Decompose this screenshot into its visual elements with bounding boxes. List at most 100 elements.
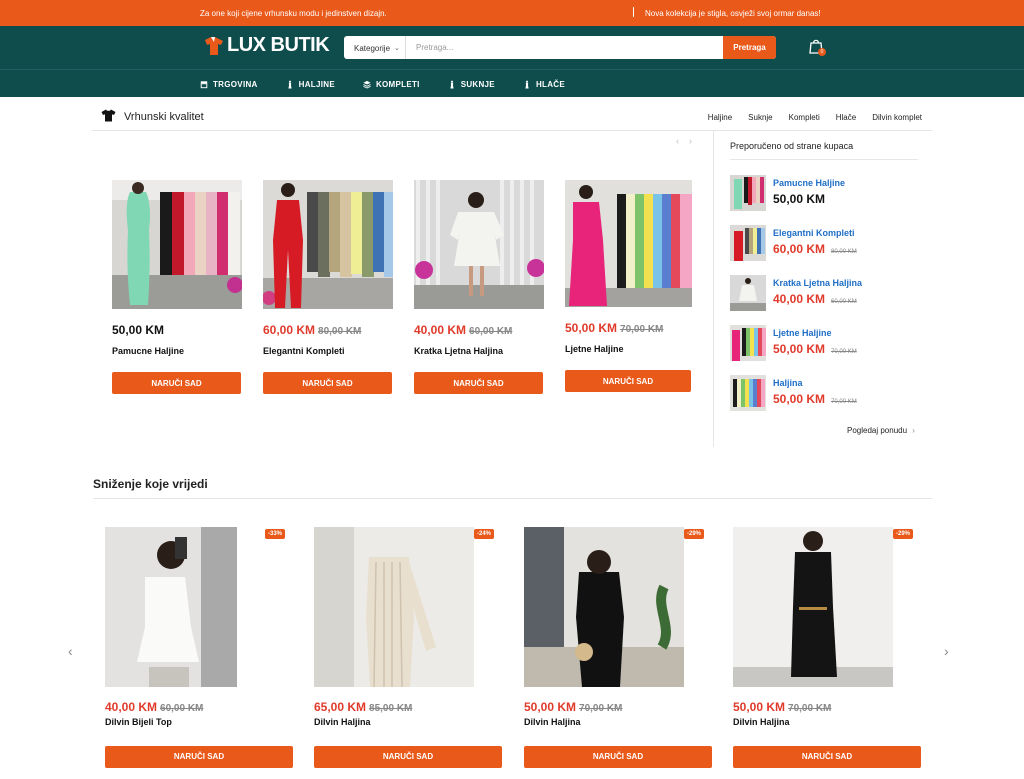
layers-icon [363, 80, 371, 89]
recommended-thumbnail[interactable] [730, 225, 766, 261]
carousel-arrows: ‹› [676, 136, 702, 146]
product-image[interactable] [314, 527, 474, 687]
product-card[interactable]: 50,00 KM 70,00 KM Ljetne Haljine NARUČI S… [565, 180, 695, 392]
recommended-old-price: 70,00 KM [831, 349, 857, 355]
tab-suknje[interactable]: Suknje [748, 113, 772, 122]
old-price: 60,00 KM [469, 326, 513, 337]
search-bar: Kategorije ⌄ Pretraga [344, 36, 776, 59]
product-price: 65,00 KM [314, 700, 367, 714]
nav-item-kompleti[interactable]: KOMPLETI [363, 80, 420, 89]
order-now-button[interactable]: NARUČI SAD [414, 372, 543, 394]
nav-item-haljine[interactable]: HALJINE [286, 80, 335, 89]
product-name[interactable]: Dilvin Haljina [733, 717, 790, 727]
price-row: 65,00 KM 85,00 KM [314, 698, 412, 716]
product-image[interactable] [414, 180, 544, 309]
search-button[interactable]: Pretraga [723, 36, 776, 59]
recommended-price: 40,00 KM [773, 292, 826, 306]
product-image[interactable] [263, 180, 393, 309]
product-name[interactable]: Dilvin Haljina [314, 717, 371, 727]
carousel-prev-button[interactable]: ‹ [68, 643, 73, 659]
view-offer-link[interactable]: Pogledaj ponudu › [847, 426, 915, 435]
chevron-right-icon[interactable]: › [689, 136, 702, 146]
recommended-thumbnail[interactable] [730, 325, 766, 361]
category-select[interactable]: Kategorije ⌄ [344, 36, 406, 59]
recommended-name[interactable]: Kratka Ljetna Haljina [773, 278, 862, 288]
announcement-divider [633, 7, 634, 17]
product-name[interactable]: Ljetne Haljine [565, 344, 695, 354]
product-name[interactable]: Pamucne Haljine [112, 346, 242, 356]
price-row: 40,00 KM 60,00 KM [105, 698, 203, 716]
recommended-name[interactable]: Elegantni Kompleti [773, 228, 855, 238]
price-row: 60,00 KM 80,00 KM [263, 321, 393, 339]
product-price: 40,00 KM [105, 700, 158, 714]
product-image[interactable] [565, 180, 695, 307]
tab-kompleti[interactable]: Kompleti [789, 113, 820, 122]
nav-item-label: HALJINE [298, 79, 335, 89]
product-card[interactable]: 60,00 KM 80,00 KM Elegantni Kompleti NARU… [263, 180, 393, 394]
old-price: 80,00 KM [318, 326, 362, 337]
order-now-button[interactable]: NARUČI SAD [314, 746, 502, 768]
product-image[interactable] [524, 527, 684, 687]
nav-item-label: TRGOVINA [213, 79, 258, 89]
recommended-thumbnail[interactable] [730, 375, 766, 411]
old-price: 70,00 KM [620, 324, 664, 335]
nav-item-suknje[interactable]: SUKNJE [448, 80, 495, 89]
product-price: 50,00 KM [112, 323, 165, 337]
recommended-old-price: 80,00 KM [831, 249, 857, 255]
nav-item-label: HLAČE [535, 79, 566, 89]
chevron-left-icon[interactable]: ‹ [676, 136, 689, 146]
chevron-left-icon: ‹ [68, 643, 73, 659]
product-card[interactable]: 40,00 KM 60,00 KM Kratka Ljetna Haljina N… [414, 180, 544, 394]
divider [93, 498, 932, 499]
sale-section-title: Sniženje koje vrijedi [93, 477, 208, 491]
dress-icon [525, 80, 529, 88]
product-image[interactable] [733, 527, 893, 687]
recommended-item[interactable]: Haljina 50,00 KM 70,00 KM [730, 375, 918, 411]
recommended-name[interactable]: Pamucne Haljine [773, 178, 845, 188]
category-tabs: Haljine Suknje Kompleti Hlače Dilvin kom… [708, 113, 922, 122]
order-now-button[interactable]: NARUČI SAD [565, 370, 691, 392]
product-card[interactable]: 50,00 KM Pamucne Haljine NARUČI SAD [112, 180, 242, 394]
recommended-price: 50,00 KM [773, 392, 826, 406]
price-row: 50,00 KM [112, 321, 242, 339]
chevron-right-icon: › [944, 643, 949, 659]
announcement-right: Nova kolekcija je stigla, osvježi svoj o… [645, 9, 821, 18]
product-name[interactable]: Dilvin Bijeli Top [105, 717, 172, 727]
product-name[interactable]: Elegantni Kompleti [263, 346, 393, 356]
tab-dilvin-komplet[interactable]: Dilvin komplet [872, 113, 922, 122]
recommended-price-row: 40,00 KM 60,00 KM [773, 292, 857, 306]
recommended-name[interactable]: Haljina [773, 378, 803, 388]
order-now-button[interactable]: NARUČI SAD [733, 746, 921, 768]
carousel-next-button[interactable]: › [944, 643, 949, 659]
discount-badge: -33% [265, 529, 286, 539]
product-name[interactable]: Kratka Ljetna Haljina [414, 346, 544, 356]
product-image[interactable] [112, 180, 242, 309]
order-now-button[interactable]: NARUČI SAD [105, 746, 293, 768]
search-input[interactable] [406, 36, 724, 59]
recommended-thumbnail[interactable] [730, 175, 766, 211]
recommended-item[interactable]: Ljetne Haljine 50,00 KM 70,00 KM [730, 325, 918, 361]
store-icon [200, 80, 208, 88]
recommended-price-row: 50,00 KM [773, 192, 825, 206]
recommended-old-price: 70,00 KM [831, 399, 857, 405]
recommended-name[interactable]: Ljetne Haljine [773, 328, 832, 338]
section-title: Vrhunski kvalitet [124, 111, 204, 123]
nav-item-trgovina[interactable]: TRGOVINA [200, 80, 258, 89]
recommended-old-price: 60,00 KM [831, 299, 857, 305]
cart-button[interactable]: 0 [808, 38, 826, 56]
nav-item-hlace[interactable]: HLAČE [523, 80, 565, 89]
category-select-label: Kategorije [354, 44, 391, 53]
recommended-item[interactable]: Elegantni Kompleti 60,00 KM 80,00 KM [730, 225, 918, 261]
recommended-thumbnail[interactable] [730, 275, 766, 311]
order-now-button[interactable]: NARUČI SAD [524, 746, 712, 768]
order-now-button[interactable]: NARUČI SAD [263, 372, 392, 394]
top-announcement-bar: Za one koji cijene vrhunsku modu i jedin… [0, 0, 1024, 26]
product-image[interactable] [105, 527, 237, 687]
tab-haljine[interactable]: Haljine [708, 113, 732, 122]
product-name[interactable]: Dilvin Haljina [524, 717, 581, 727]
recommended-item[interactable]: Pamucne Haljine 50,00 KM [730, 175, 918, 211]
site-logo[interactable]: LUX BUTIK [203, 34, 330, 57]
order-now-button[interactable]: NARUČI SAD [112, 372, 241, 394]
tab-hlace[interactable]: Hlače [836, 113, 856, 122]
recommended-item[interactable]: Kratka Ljetna Haljina 40,00 KM 60,00 KM [730, 275, 918, 311]
